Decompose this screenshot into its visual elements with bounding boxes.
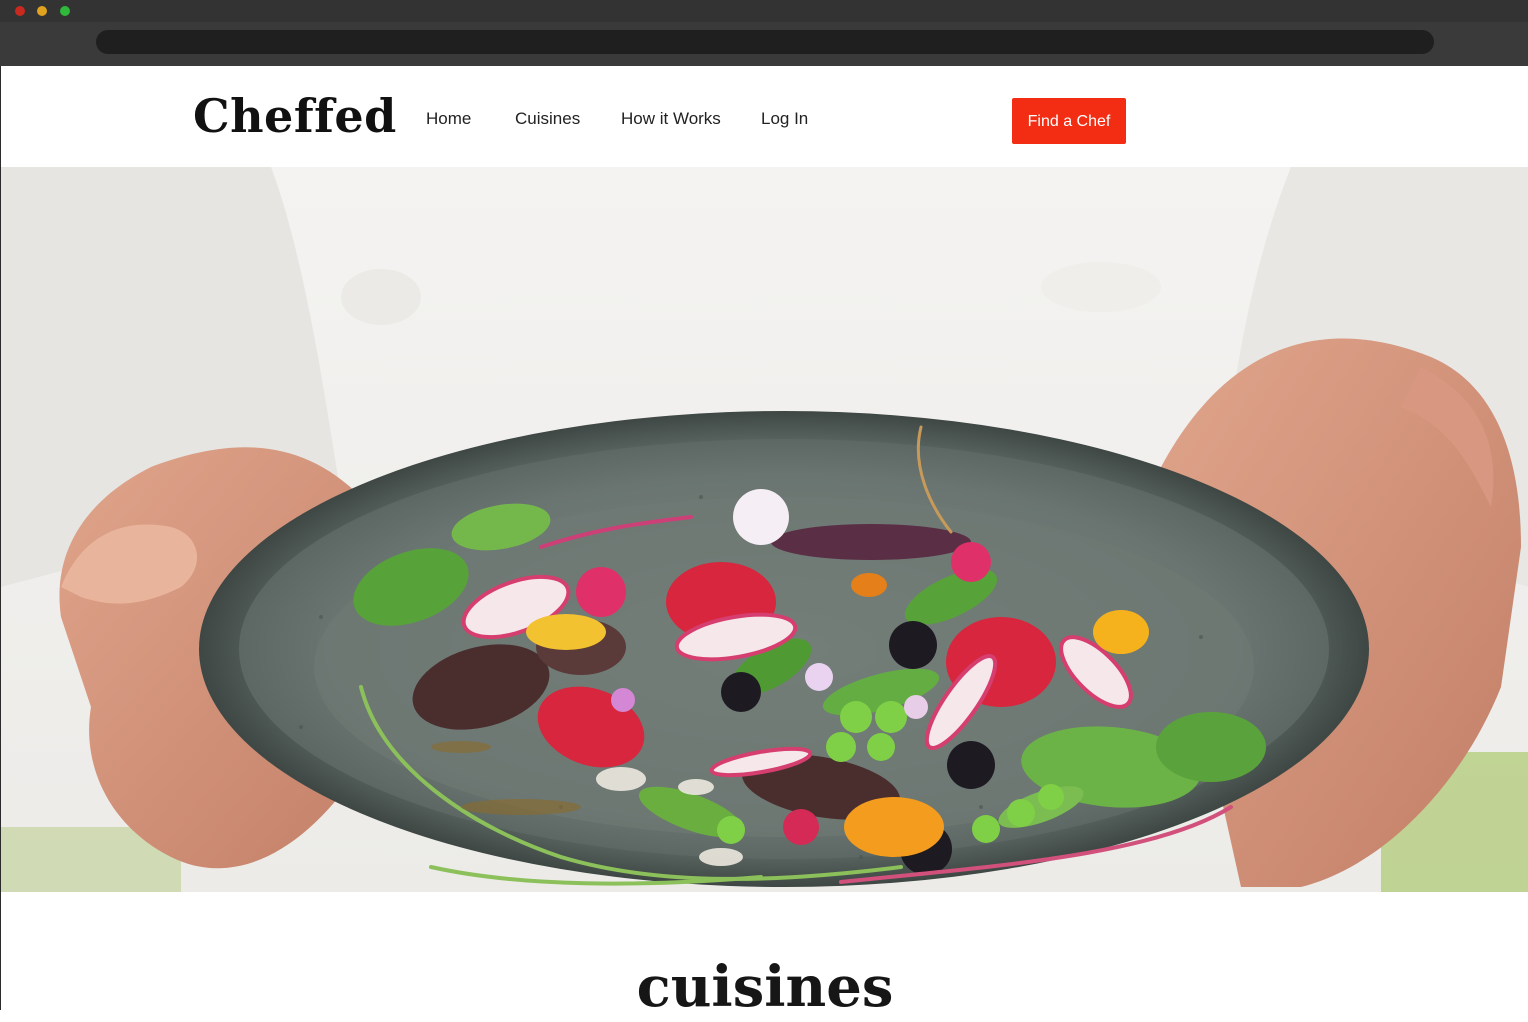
nav-link-cuisines[interactable]: Cuisines	[515, 108, 580, 130]
close-window-icon[interactable]	[15, 6, 25, 16]
nav-link-how-it-works[interactable]: How it Works	[621, 108, 721, 130]
minimize-window-icon[interactable]	[37, 6, 47, 16]
address-bar[interactable]	[96, 30, 1434, 54]
nav-link-login[interactable]: Log In	[761, 108, 808, 130]
section-title: cuisines	[636, 954, 894, 1020]
browser-chrome	[0, 0, 1528, 66]
site-header: Cheffed Home Cuisines How it Works Log I…	[0, 66, 1528, 167]
site-logo[interactable]: Cheffed	[193, 86, 397, 146]
maximize-window-icon[interactable]	[60, 6, 70, 16]
hero-photo-illustration	[1, 167, 1528, 892]
hero-image	[0, 167, 1528, 892]
browser-titlebar	[0, 0, 1528, 22]
nav-link-home[interactable]: Home	[426, 108, 471, 130]
find-a-chef-button[interactable]: Find a Chef	[1012, 98, 1126, 144]
cuisines-section: cuisines	[0, 892, 1528, 1020]
